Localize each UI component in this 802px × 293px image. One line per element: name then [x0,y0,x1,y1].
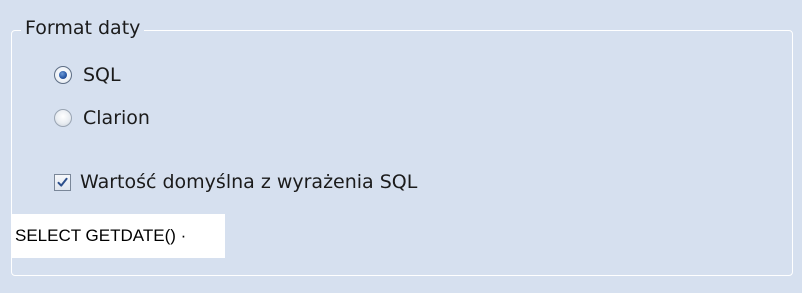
default-from-sql-checkbox[interactable]: Wartość domyślna z wyrażenia SQL [54,170,417,194]
group-title: Format daty [21,15,145,41]
radio-sql[interactable]: SQL [54,63,121,87]
radio-clarion-label[interactable]: Clarion [83,106,150,130]
checkbox-indicator[interactable] [54,173,71,191]
radio-sql-indicator[interactable] [54,66,72,84]
radio-clarion-indicator[interactable] [54,109,72,127]
radio-sql-label[interactable]: SQL [83,63,121,87]
radio-clarion[interactable]: Clarion [54,106,150,130]
default-from-sql-label[interactable]: Wartość domyślna z wyrażenia SQL [80,170,417,194]
checkmark-icon [57,177,68,187]
sql-expression-input[interactable]: SELECT GETDATE() · [12,214,225,258]
